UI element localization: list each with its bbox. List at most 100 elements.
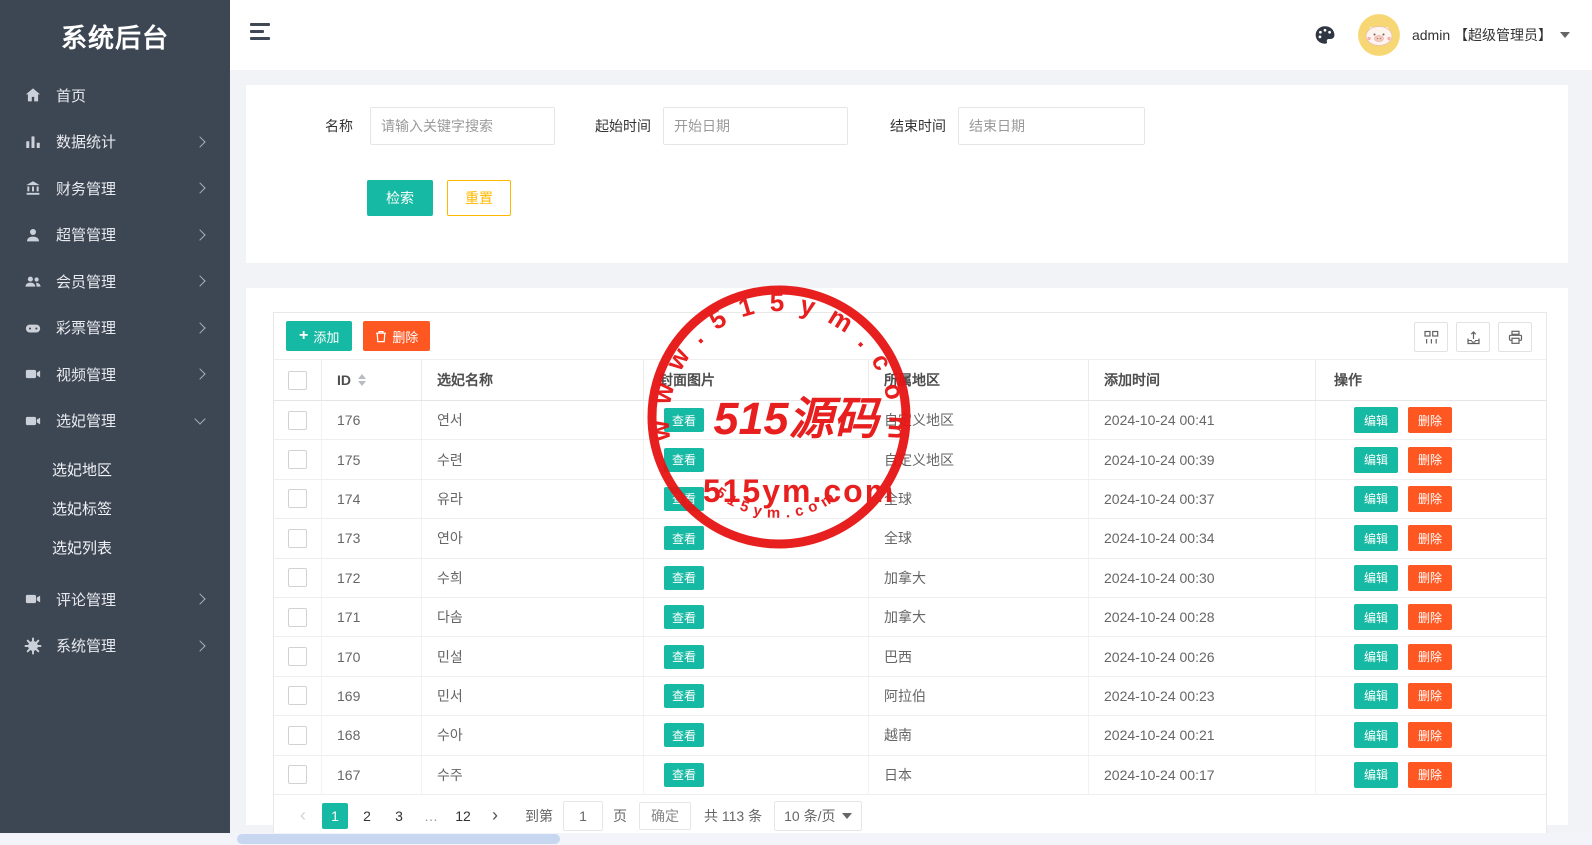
row-delete-button[interactable]: 删除 xyxy=(1408,683,1452,709)
per-page-select[interactable]: 10 条/页 xyxy=(774,801,862,831)
row-checkbox[interactable] xyxy=(288,529,307,548)
row-delete-button[interactable]: 删除 xyxy=(1408,525,1452,551)
row-checkbox[interactable] xyxy=(288,489,307,508)
sidebar-item-admins[interactable]: 超管管理 xyxy=(0,212,230,259)
sidebar-item-members[interactable]: 会员管理 xyxy=(0,258,230,305)
export-icon[interactable] xyxy=(1456,322,1490,352)
edit-button[interactable]: 编辑 xyxy=(1354,525,1398,551)
goto-confirm-button[interactable]: 确定 xyxy=(639,802,691,830)
table-tool-icons xyxy=(1406,322,1532,352)
edit-button[interactable]: 编辑 xyxy=(1354,486,1398,512)
next-page-button[interactable]: › xyxy=(482,803,508,829)
sidebar-item-comments[interactable]: 评论管理 xyxy=(0,576,230,623)
view-cover-button[interactable]: 查看 xyxy=(664,645,704,669)
page-button-2[interactable]: 2 xyxy=(354,803,380,829)
view-cover-button[interactable]: 查看 xyxy=(664,723,704,747)
view-cover-button[interactable]: 查看 xyxy=(664,605,704,629)
row-id: 167 xyxy=(337,767,360,783)
row-delete-button[interactable]: 删除 xyxy=(1408,447,1452,473)
print-icon[interactable] xyxy=(1498,322,1532,352)
row-checkbox[interactable] xyxy=(288,568,307,587)
page-button-1[interactable]: 1 xyxy=(322,803,348,829)
edit-button[interactable]: 编辑 xyxy=(1354,604,1398,630)
sidebar-item-lottery[interactable]: 彩票管理 xyxy=(0,305,230,352)
row-region: 加拿大 xyxy=(884,568,926,588)
app-title: 系统后台 xyxy=(0,0,230,72)
sidebar-item-finance[interactable]: 财务管理 xyxy=(0,165,230,212)
view-cover-button[interactable]: 查看 xyxy=(664,408,704,432)
sidebar-subitem-tag[interactable]: 选妃标签 xyxy=(0,489,230,528)
pagination: ‹ 123…12 › 到第 页 确定 共 113 条 10 条/页 xyxy=(274,795,1546,837)
row-delete-button[interactable]: 删除 xyxy=(1408,644,1452,670)
home-icon xyxy=(24,86,42,104)
row-region: 阿拉伯 xyxy=(884,686,926,706)
sidebar-item-xuanfei[interactable]: 选妃管理 xyxy=(0,398,230,445)
view-cover-button[interactable]: 查看 xyxy=(664,763,704,787)
row-checkbox[interactable] xyxy=(288,686,307,705)
row-name: 민설 xyxy=(437,647,463,667)
row-id: 168 xyxy=(337,727,360,743)
view-cover-button[interactable]: 查看 xyxy=(664,448,704,472)
edit-button[interactable]: 编辑 xyxy=(1354,447,1398,473)
table-row: 170 민설 查看 巴西 2024-10-24 00:26 编辑 删除 xyxy=(274,637,1546,676)
row-delete-button[interactable]: 删除 xyxy=(1408,565,1452,591)
search-button[interactable]: 检索 xyxy=(367,180,433,216)
row-checkbox[interactable] xyxy=(288,608,307,627)
view-cover-button[interactable]: 查看 xyxy=(664,566,704,590)
edit-button[interactable]: 编辑 xyxy=(1354,683,1398,709)
sidebar-item-stats[interactable]: 数据统计 xyxy=(0,119,230,166)
edit-button[interactable]: 编辑 xyxy=(1354,565,1398,591)
chevron-down-icon xyxy=(194,413,205,424)
sidebar-item-video[interactable]: 视频管理 xyxy=(0,351,230,398)
row-delete-button[interactable]: 删除 xyxy=(1408,407,1452,433)
row-time: 2024-10-24 00:41 xyxy=(1104,412,1215,428)
page-button-3[interactable]: 3 xyxy=(386,803,412,829)
start-date-input[interactable] xyxy=(663,107,848,145)
view-cover-button[interactable]: 查看 xyxy=(664,684,704,708)
row-checkbox[interactable] xyxy=(288,726,307,745)
row-checkbox[interactable] xyxy=(288,411,307,430)
edit-button[interactable]: 编辑 xyxy=(1354,407,1398,433)
batch-delete-button[interactable]: 删除 xyxy=(363,321,430,351)
total-count: 共 113 条 xyxy=(704,806,762,826)
user-name[interactable]: admin 【超级管理员】 xyxy=(1412,25,1552,45)
menu-toggle-icon[interactable] xyxy=(250,23,272,45)
theme-palette-icon[interactable] xyxy=(1314,24,1336,46)
reset-button[interactable]: 重置 xyxy=(447,180,511,216)
row-checkbox[interactable] xyxy=(288,450,307,469)
sidebar-item-system[interactable]: 系统管理 xyxy=(0,623,230,670)
row-name: 다솜 xyxy=(437,607,463,627)
view-cover-button[interactable]: 查看 xyxy=(664,487,704,511)
avatar[interactable] xyxy=(1358,14,1400,56)
goto-page-input[interactable] xyxy=(563,801,603,831)
user-area: admin 【超级管理员】 xyxy=(1314,0,1570,70)
end-date-input[interactable] xyxy=(958,107,1145,145)
filter-columns-icon[interactable] xyxy=(1414,322,1448,352)
user-dropdown-caret-icon[interactable] xyxy=(1560,32,1570,38)
edit-button[interactable]: 编辑 xyxy=(1354,644,1398,670)
view-cover-button[interactable]: 查看 xyxy=(664,526,704,550)
prev-page-button[interactable]: ‹ xyxy=(290,803,316,829)
sidebar-item-home[interactable]: 首页 xyxy=(0,72,230,119)
row-delete-button[interactable]: 删除 xyxy=(1408,604,1452,630)
sidebar-subitem-region[interactable]: 选妃地区 xyxy=(0,450,230,489)
sidebar-subitem-list[interactable]: 选妃列表 xyxy=(0,528,230,567)
name-filter-input[interactable] xyxy=(370,107,555,145)
edit-button[interactable]: 编辑 xyxy=(1354,762,1398,788)
row-delete-button[interactable]: 删除 xyxy=(1408,762,1452,788)
column-name: 选妃名称 xyxy=(422,360,644,400)
column-id[interactable]: ID xyxy=(322,360,422,400)
add-button[interactable]: + 添加 xyxy=(286,321,352,351)
per-page-value: 10 条/页 xyxy=(784,806,835,826)
sort-icon[interactable] xyxy=(358,374,366,386)
row-checkbox[interactable] xyxy=(288,765,307,784)
horizontal-scrollbar-track xyxy=(0,833,1592,845)
row-delete-button[interactable]: 删除 xyxy=(1408,722,1452,748)
row-checkbox[interactable] xyxy=(288,647,307,666)
page-button-12[interactable]: 12 xyxy=(450,803,476,829)
edit-button[interactable]: 编辑 xyxy=(1354,722,1398,748)
horizontal-scrollbar-thumb[interactable] xyxy=(237,834,560,844)
row-delete-button[interactable]: 删除 xyxy=(1408,486,1452,512)
bar-chart-icon xyxy=(24,133,42,151)
select-all-checkbox[interactable] xyxy=(288,371,307,390)
